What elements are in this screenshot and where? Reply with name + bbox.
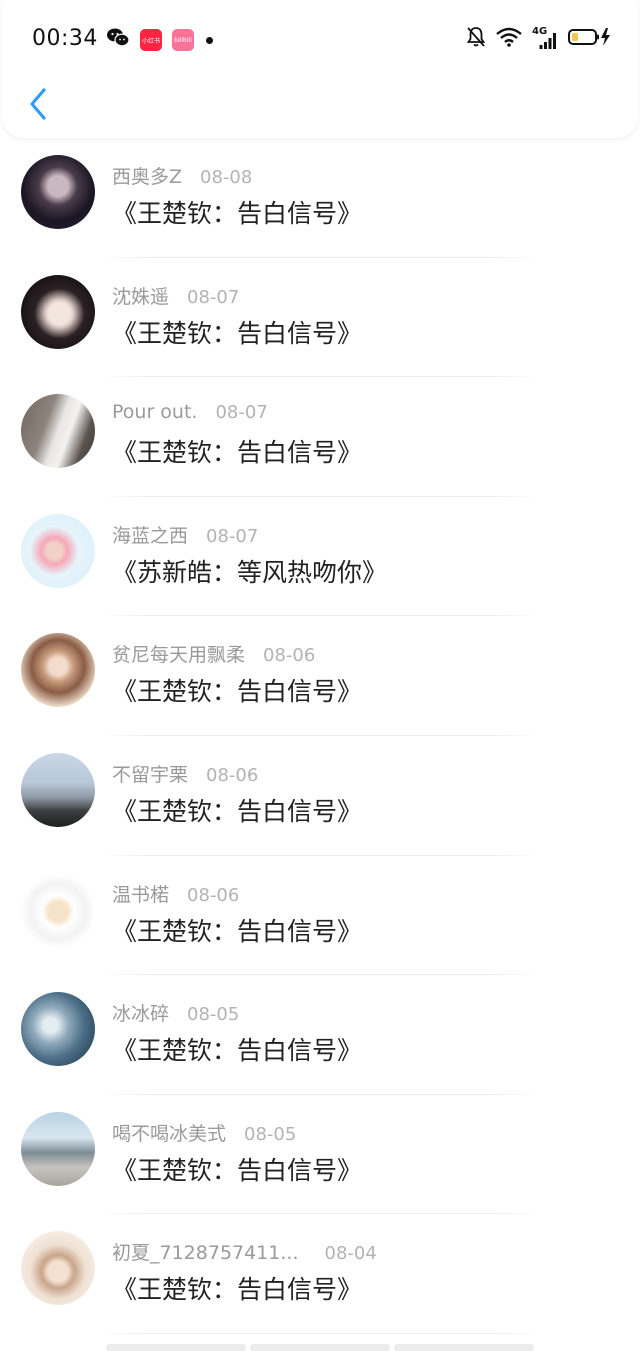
item-meta: 沈姝遥 08-07	[112, 282, 239, 309]
wifi-icon	[496, 27, 522, 51]
item-meta: 西奥多Z 08-08	[112, 162, 252, 189]
list-item[interactable]: 西奥多Z 08-08 《王楚钦：告白信号》	[0, 138, 640, 258]
list-item[interactable]: 初夏_7128757411... 08-04 《王楚钦：告白信号》	[0, 1214, 640, 1334]
item-title[interactable]: 《王楚钦：告白信号》	[112, 433, 362, 469]
list-item[interactable]: 沈姝遥 08-07 《王楚钦：告白信号》	[0, 258, 640, 378]
system-icons: 4G	[466, 26, 612, 52]
list-item[interactable]: 贫尼每天用飘柔 08-06 《王楚钦：告白信号》	[0, 616, 640, 736]
avatar[interactable]	[21, 872, 95, 947]
item-date: 08-08	[200, 167, 253, 188]
notification-icons: 小红书 bilibili	[106, 27, 213, 53]
item-meta: Pour out. 08-07	[112, 401, 268, 423]
item-title[interactable]: 《王楚钦：告白信号》	[112, 314, 362, 350]
list-item[interactable]: 温书楉 08-06 《王楚钦：告白信号》	[0, 856, 640, 976]
avatar[interactable]	[21, 752, 95, 827]
bottom-bar-segment	[250, 1344, 390, 1351]
bottom-toolbar	[106, 1344, 534, 1351]
avatar[interactable]	[21, 633, 95, 708]
more-notifications-dot	[206, 36, 213, 44]
username[interactable]: Pour out.	[112, 401, 197, 423]
item-meta: 不留宇栗 08-06	[112, 760, 258, 787]
avatar[interactable]	[21, 274, 95, 349]
battery-icon	[568, 27, 612, 51]
list-item[interactable]: 喝不喝冰美式 08-05 《王楚钦：告白信号》	[0, 1095, 640, 1215]
bottom-bar-segment	[394, 1344, 534, 1351]
list-item[interactable]: 不留宇栗 08-06 《王楚钦：告白信号》	[0, 736, 640, 856]
back-button[interactable]	[18, 84, 58, 124]
username[interactable]: 喝不喝冰美式	[112, 1119, 226, 1146]
wechat-icon	[106, 27, 130, 53]
item-title[interactable]: 《王楚钦：告白信号》	[112, 1031, 362, 1067]
item-title[interactable]: 《苏新皓：等风热吻你》	[112, 553, 387, 589]
username[interactable]: 温书楉	[112, 880, 169, 907]
username[interactable]: 冰冰碎	[112, 999, 169, 1026]
username[interactable]: 贫尼每天用飘柔	[112, 640, 245, 667]
item-date: 08-06	[263, 645, 316, 667]
item-title[interactable]: 《王楚钦：告白信号》	[112, 792, 362, 828]
item-meta: 贫尼每天用飘柔 08-06	[112, 640, 315, 667]
username[interactable]: 初夏_7128757411...	[112, 1238, 299, 1265]
divider	[100, 1332, 540, 1334]
bottom-bar-segment	[106, 1344, 246, 1351]
username[interactable]: 沈姝遥	[112, 282, 169, 309]
item-meta: 喝不喝冰美式 08-05	[112, 1119, 296, 1146]
avatar[interactable]	[21, 394, 95, 469]
item-title[interactable]: 《王楚钦：告白信号》	[112, 194, 362, 230]
item-date: 08-04	[324, 1243, 377, 1265]
bilibili-icon: bilibili	[172, 29, 194, 51]
item-date: 08-07	[206, 525, 259, 547]
avatar[interactable]	[21, 1111, 95, 1186]
avatar[interactable]	[21, 1231, 95, 1306]
item-date: 08-06	[187, 884, 240, 906]
item-title[interactable]: 《王楚钦：告白信号》	[112, 1151, 362, 1187]
item-title[interactable]: 《王楚钦：告白信号》	[112, 912, 362, 948]
item-date: 08-05	[244, 1123, 297, 1145]
avatar[interactable]	[21, 513, 95, 588]
top-header: 00:34 小红书 bilibili 4G	[2, 0, 638, 138]
avatar[interactable]	[21, 992, 95, 1067]
list-item[interactable]: 海蓝之西 08-07 《苏新皓：等风热吻你》	[0, 497, 640, 617]
list-item[interactable]: 冰冰碎 08-05 《王楚钦：告白信号》	[0, 975, 640, 1095]
username[interactable]: 西奥多Z	[112, 162, 182, 189]
xiaohongshu-icon: 小红书	[140, 29, 162, 51]
cellular-signal-icon: 4G	[532, 26, 558, 50]
username[interactable]: 海蓝之西	[112, 521, 188, 548]
item-meta: 温书楉 08-06	[112, 880, 239, 907]
item-meta: 海蓝之西 08-07	[112, 521, 258, 548]
chevron-left-icon	[30, 88, 46, 120]
item-date: 08-05	[187, 1004, 240, 1026]
item-title[interactable]: 《王楚钦：告白信号》	[112, 1270, 362, 1306]
item-meta: 初夏_7128757411... 08-04	[112, 1238, 377, 1265]
list-item[interactable]: Pour out. 08-07 《王楚钦：告白信号》	[0, 377, 640, 497]
item-title[interactable]: 《王楚钦：告白信号》	[112, 672, 362, 708]
message-list: 西奥多Z 08-08 《王楚钦：告白信号》 沈姝遥 08-07 《王楚钦：告白信…	[0, 138, 640, 1334]
item-date: 08-07	[215, 402, 268, 424]
item-meta: 冰冰碎 08-05	[112, 999, 239, 1026]
item-date: 08-07	[187, 286, 240, 308]
status-bar: 00:34 小红书 bilibili 4G	[2, 0, 638, 78]
avatar[interactable]	[21, 155, 95, 229]
username[interactable]: 不留宇栗	[112, 760, 188, 787]
status-time: 00:34	[32, 26, 98, 51]
mute-bell-icon	[466, 26, 486, 52]
item-date: 08-06	[206, 764, 259, 786]
